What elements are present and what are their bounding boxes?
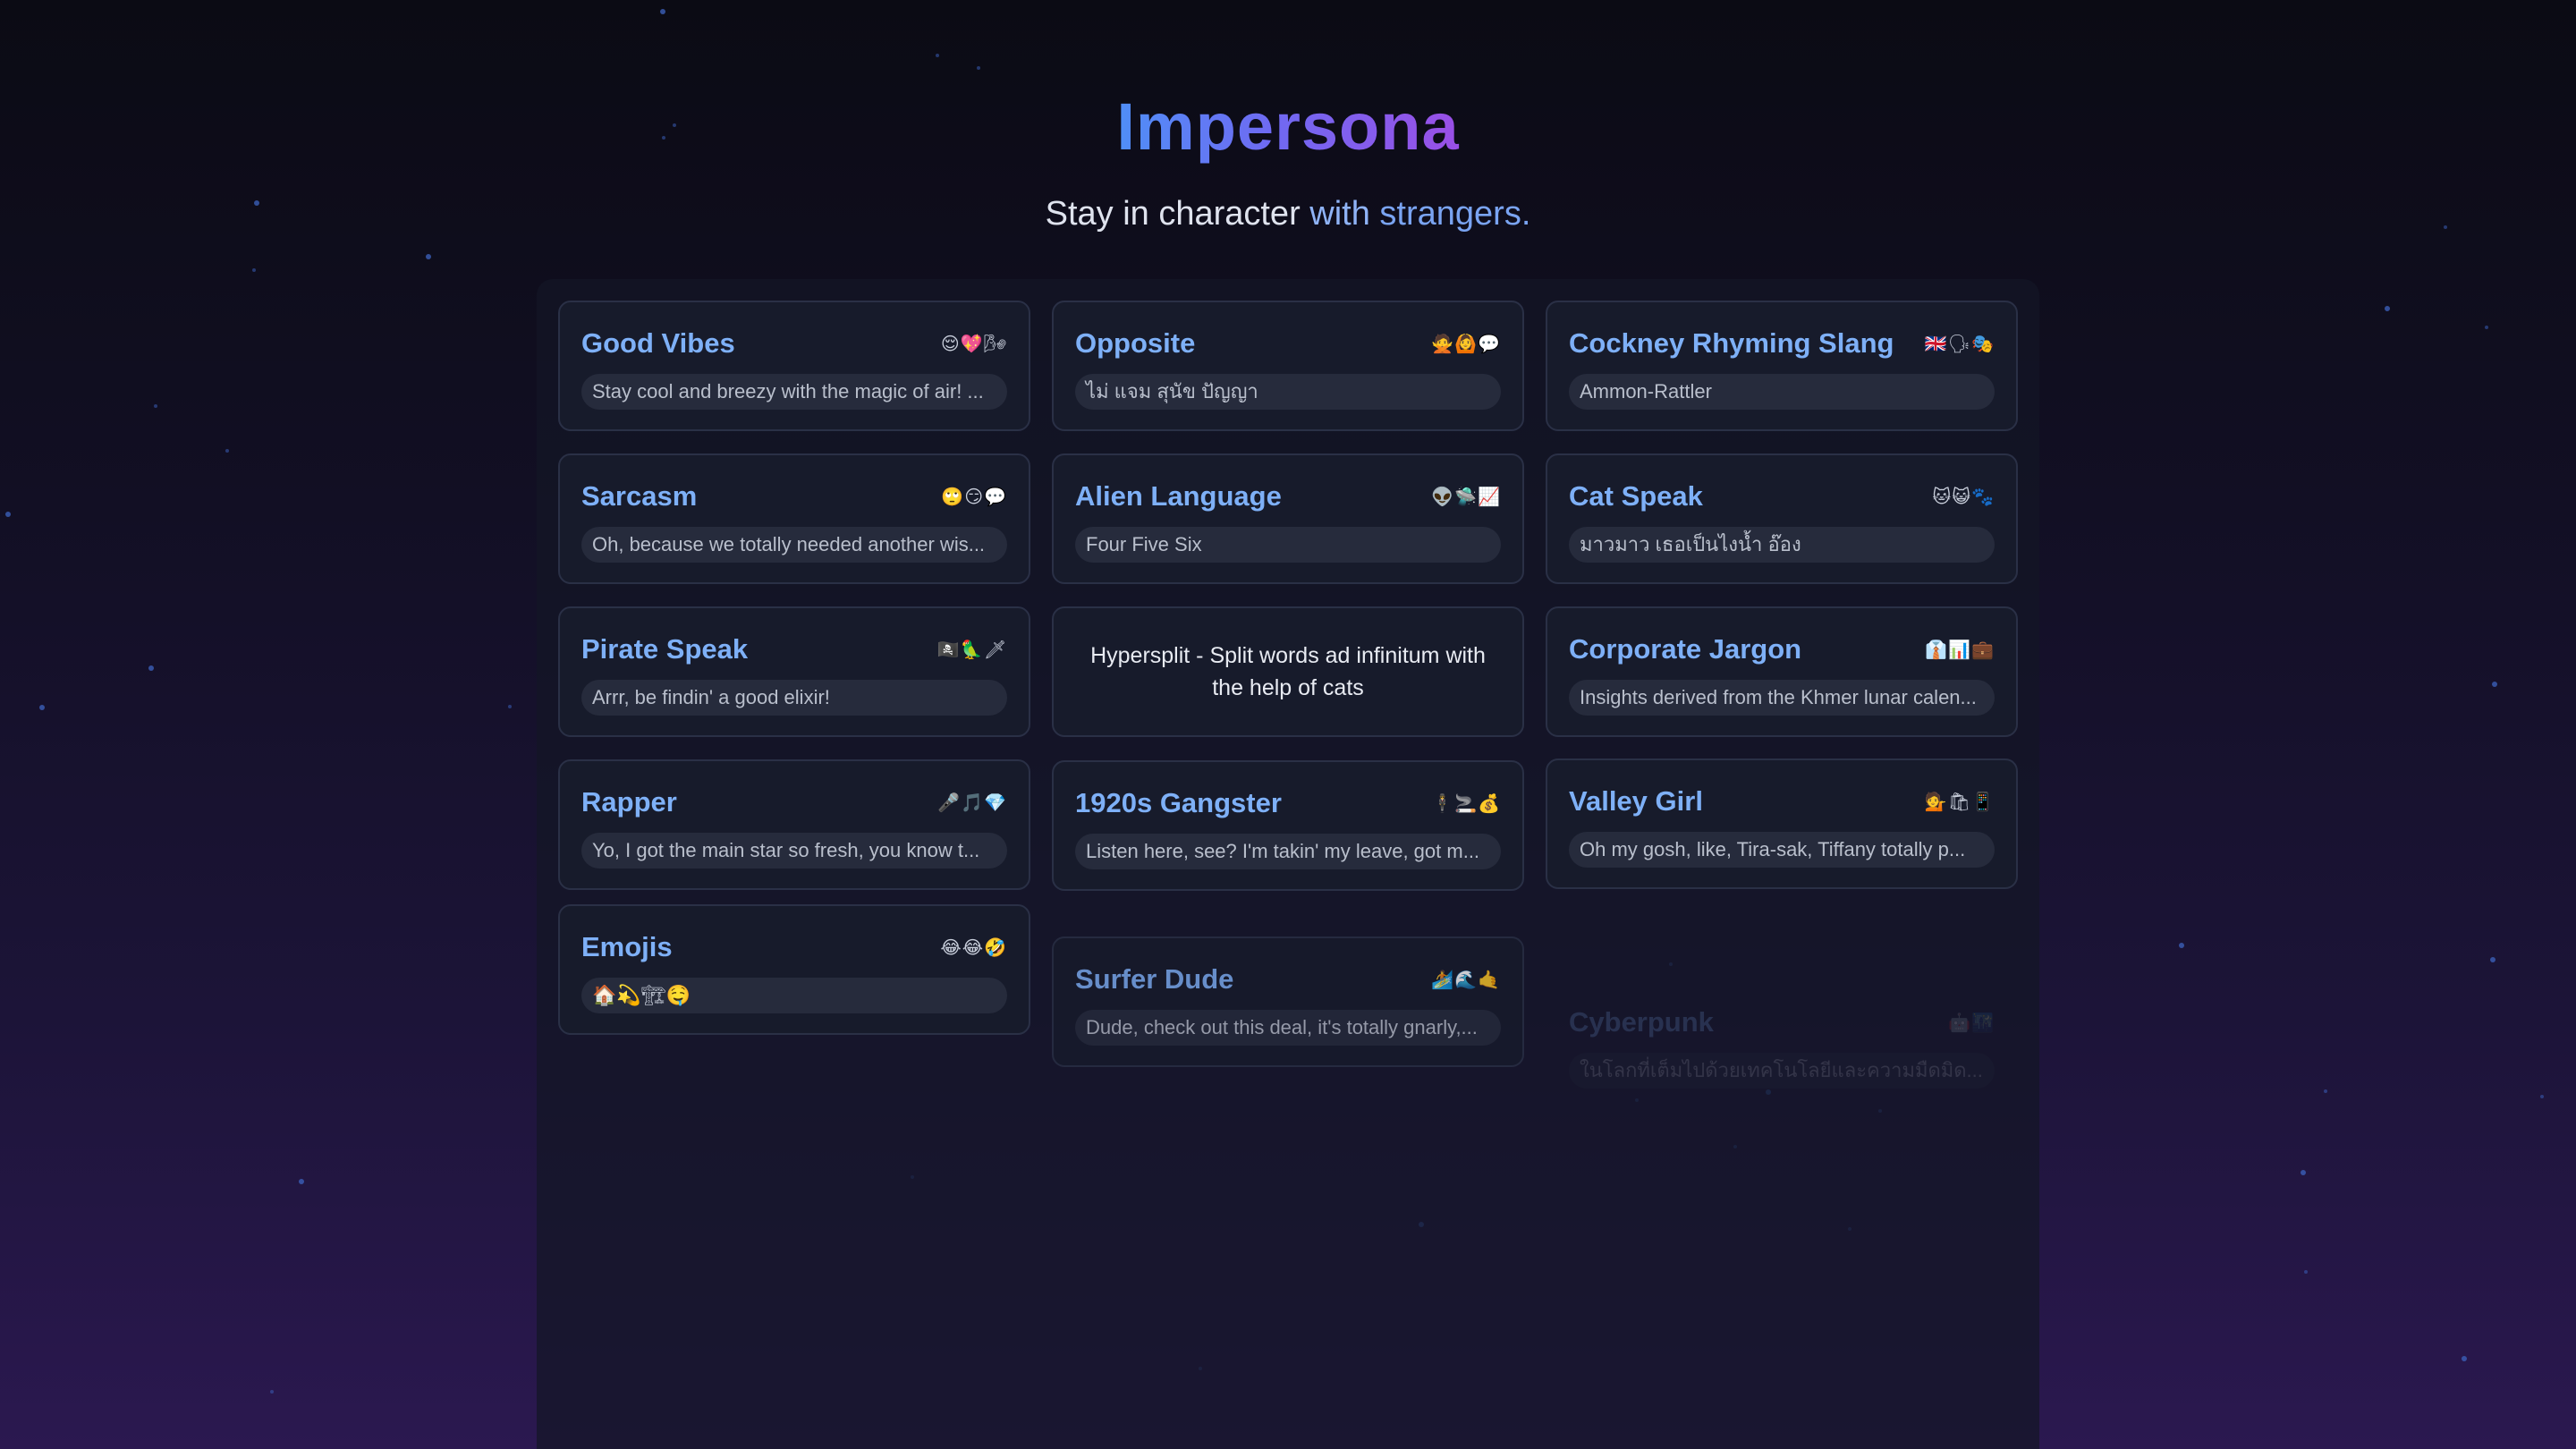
persona-emoji-icons: 🙄😏💬 (941, 486, 1007, 507)
persona-sample-text: ในโลกที่เต็มไปด้วยเทคโนโลยีและความมืดมิด… (1569, 1053, 1995, 1089)
persona-sample-text: Yo, I got the main star so fresh, you kn… (581, 833, 1007, 869)
card-header: Cat Speak 🐱😺🐾 (1569, 477, 1995, 516)
persona-emoji-icons: 👔📊💼 (1925, 639, 1995, 660)
persona-title: Alien Language (1075, 480, 1282, 512)
persona-title: Cyberpunk (1569, 1006, 1714, 1038)
persona-card-emojis[interactable]: Emojis 😂😂🤣 🏠💫🏗🤤 (558, 904, 1030, 1035)
persona-sample-text: Insights derived from the Khmer lunar ca… (1569, 680, 1995, 716)
persona-sample-text: Four Five Six (1075, 527, 1501, 563)
persona-card-cockney-rhyming-slang[interactable]: Cockney Rhyming Slang 🇬🇧🗣🎭 Ammon-Rattler (1546, 301, 2018, 431)
persona-card-opposite[interactable]: Opposite 🙅🙆💬 ไม่ แจม สุนัข ปัญญา (1052, 301, 1524, 431)
persona-emoji-icons: 🤖🌃 (1948, 1012, 1995, 1033)
page-header: Impersona Stay in character with strange… (0, 82, 2576, 236)
persona-emoji-icons: 🏴‍☠️🦜🗡 (936, 639, 1007, 660)
persona-emoji-icons: 🕴🚬💰 (1431, 792, 1501, 814)
persona-card-pirate-speak[interactable]: Pirate Speak 🏴‍☠️🦜🗡 Arrr, be findin' a g… (558, 606, 1030, 737)
persona-emoji-icons: 🐱😺🐾 (1932, 486, 1995, 507)
card-header: Valley Girl 💁🛍📱 (1569, 782, 1995, 821)
card-header: 1920s Gangster 🕴🚬💰 (1075, 784, 1501, 823)
card-header: Good Vibes 😌💖🌬 (581, 324, 1007, 363)
persona-card-1920s-gangster[interactable]: 1920s Gangster 🕴🚬💰 Listen here, see? I'm… (1052, 760, 1524, 891)
card-header: Alien Language 👽🛸📈 (1075, 477, 1501, 516)
persona-title: 1920s Gangster (1075, 787, 1282, 818)
persona-emoji-icons: 🎤🎵💎 (937, 792, 1007, 813)
card-header: Emojis 😂😂🤣 (581, 928, 1007, 967)
persona-sample-text: มาวมาว เธอเป็นไงน้ำ อ๊อง (1569, 527, 1995, 563)
persona-emoji-icons: 🏄🌊🤙 (1431, 969, 1501, 990)
persona-title: Opposite (1075, 327, 1196, 359)
app-subtitle: Stay in character with strangers. (0, 191, 2576, 236)
card-header: Rapper 🎤🎵💎 (581, 783, 1007, 822)
card-header: Surfer Dude 🏄🌊🤙 (1075, 960, 1501, 999)
persona-card-cyberpunk[interactable]: Cyberpunk 🤖🌃 ในโลกที่เต็มไปด้วยเทคโนโลยี… (1546, 979, 2018, 1110)
persona-sample-text: Ammon-Rattler (1569, 374, 1995, 410)
card-header: Cockney Rhyming Slang 🇬🇧🗣🎭 (1569, 324, 1995, 363)
subtitle-part-1: Stay in character (1045, 195, 1310, 233)
persona-card-alien-language[interactable]: Alien Language 👽🛸📈 Four Five Six (1052, 453, 1524, 584)
persona-card-surfer-dude[interactable]: Surfer Dude 🏄🌊🤙 Dude, check out this dea… (1052, 936, 1524, 1067)
persona-emoji-icons: 🙅🙆💬 (1431, 333, 1501, 354)
persona-title: Emojis (581, 931, 673, 962)
card-header: Pirate Speak 🏴‍☠️🦜🗡 (581, 630, 1007, 669)
persona-card-rapper[interactable]: Rapper 🎤🎵💎 Yo, I got the main star so fr… (558, 759, 1030, 890)
card-header: Sarcasm 🙄😏💬 (581, 477, 1007, 516)
persona-card-valley-girl[interactable]: Valley Girl 💁🛍📱 Oh my gosh, like, Tira-s… (1546, 758, 2018, 889)
persona-sample-text: Oh, because we totally needed another wi… (581, 527, 1007, 563)
persona-card-sarcasm[interactable]: Sarcasm 🙄😏💬 Oh, because we totally neede… (558, 453, 1030, 584)
persona-card-good-vibes[interactable]: Good Vibes 😌💖🌬 Stay cool and breezy with… (558, 301, 1030, 431)
persona-sample-text: Oh my gosh, like, Tira-sak, Tiffany tota… (1569, 832, 1995, 868)
persona-title: Corporate Jargon (1569, 633, 1802, 665)
persona-emoji-icons: 😌💖🌬 (940, 333, 1007, 354)
persona-card-cat-speak[interactable]: Cat Speak 🐱😺🐾 มาวมาว เธอเป็นไงน้ำ อ๊อง (1546, 453, 2018, 584)
persona-title: Pirate Speak (581, 633, 749, 665)
persona-sample-text: Dude, check out this deal, it's totally … (1075, 1010, 1501, 1046)
persona-title: Sarcasm (581, 480, 698, 512)
persona-emoji-icons: 💁🛍📱 (1924, 791, 1995, 812)
app-title: Impersona (1116, 82, 1459, 172)
persona-sample-text: ไม่ แจม สุนัข ปัญญา (1075, 374, 1501, 410)
hypersplit-info-card[interactable]: Hypersplit - Split words ad infinitum wi… (1052, 606, 1524, 737)
persona-emoji-icons: 👽🛸📈 (1431, 486, 1501, 507)
persona-title: Cat Speak (1569, 480, 1703, 512)
card-header: Corporate Jargon 👔📊💼 (1569, 630, 1995, 669)
persona-sample-text: Stay cool and breezy with the magic of a… (581, 374, 1007, 410)
persona-sample-text: 🏠💫🏗🤤 (581, 978, 1007, 1013)
subtitle-part-3: strangers. (1379, 195, 1531, 233)
card-header: Opposite 🙅🙆💬 (1075, 324, 1501, 363)
card-header: Cyberpunk 🤖🌃 (1569, 1003, 1995, 1042)
persona-emoji-icons: 😂😂🤣 (940, 936, 1007, 958)
subtitle-part-2: with (1309, 195, 1380, 233)
persona-title: Good Vibes (581, 327, 735, 359)
persona-panel: Good Vibes 😌💖🌬 Stay cool and breezy with… (537, 279, 2039, 1449)
persona-sample-text: Arrr, be findin' a good elixir! (581, 680, 1007, 716)
hypersplit-description: Hypersplit - Split words ad infinitum wi… (1090, 643, 1486, 700)
persona-title: Rapper (581, 786, 677, 818)
persona-card-corporate-jargon[interactable]: Corporate Jargon 👔📊💼 Insights derived fr… (1546, 606, 2018, 737)
persona-title: Surfer Dude (1075, 963, 1234, 995)
persona-title: Cockney Rhyming Slang (1569, 327, 1894, 359)
persona-emoji-icons: 🇬🇧🗣🎭 (1924, 333, 1995, 354)
persona-title: Valley Girl (1569, 785, 1703, 817)
persona-sample-text: Listen here, see? I'm takin' my leave, g… (1075, 834, 1501, 869)
